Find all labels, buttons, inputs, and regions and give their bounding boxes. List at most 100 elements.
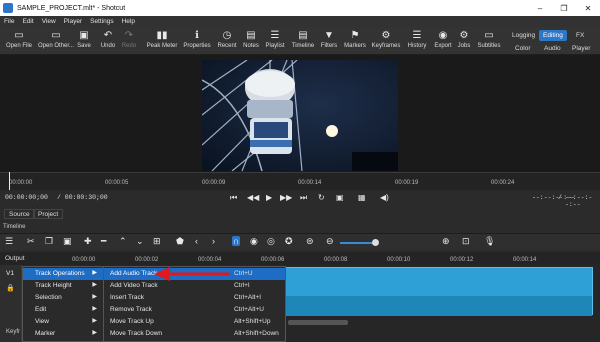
skip-to-start-icon[interactable]: ⏮ [230, 193, 237, 203]
menu-item-selection[interactable]: Selection ▶ [23, 292, 103, 304]
keyframes-button[interactable]: ⚙ Keyframes [370, 29, 402, 49]
timeline-menu-icon[interactable]: ☰ [5, 236, 13, 247]
timeline-scrollbar[interactable] [288, 320, 348, 325]
playlist-button[interactable]: ☰ Playlist [263, 29, 287, 49]
copy-icon[interactable]: ❐ [45, 236, 53, 247]
zoom-out-icon[interactable]: ⊖ [326, 236, 334, 247]
menu-file[interactable]: File [4, 18, 14, 25]
zoom-slider[interactable] [340, 242, 376, 244]
timeline-ruler[interactable]: Output 00:00:00 00:00:02 00:00:04 00:00:… [0, 252, 600, 265]
ruler-tick-label: 00:00:09 [202, 180, 226, 186]
menu-item-edit[interactable]: Edit ▶ [23, 304, 103, 316]
menu-edit[interactable]: Edit [22, 18, 33, 25]
info-icon: ℹ [195, 30, 199, 41]
menu-settings[interactable]: Settings [90, 18, 114, 25]
submenu-arrow-icon: ▶ [92, 306, 97, 312]
open-other-icon: ▭ [51, 30, 61, 41]
lock-icon[interactable]: 🔒 [6, 284, 15, 292]
open-file-button[interactable]: ▭ Open File [6, 29, 32, 49]
fast-forward-icon[interactable]: ▶▶ [280, 193, 292, 202]
menu-item-marker[interactable]: Marker ▶ [23, 328, 103, 340]
menu-player[interactable]: Player [64, 18, 82, 25]
tab-source[interactable]: Source [4, 209, 35, 219]
layout-editing-button[interactable]: Editing [539, 30, 567, 41]
clock-icon: ◷ [222, 30, 232, 41]
marker-icon: ⚑ [350, 30, 360, 41]
menu-help[interactable]: Help [122, 18, 135, 25]
ripple-icon[interactable]: ◎ [267, 236, 275, 247]
menu-item-move-track-down[interactable]: Move Track Down Alt+Shift+Down [104, 328, 285, 340]
layout-fx-button[interactable]: FX [572, 30, 588, 41]
ruler-tick-label: 00:00:00 [9, 180, 33, 186]
ripple-all-icon[interactable]: ✪ [285, 236, 293, 247]
zoom-in-icon[interactable]: ⊕ [442, 236, 450, 247]
layout-color-button[interactable]: Color [515, 45, 531, 52]
redo-button[interactable]: ↷ Redo [121, 29, 137, 49]
keyframes-tab-label[interactable]: Keyfr [6, 329, 20, 335]
menu-view[interactable]: View [42, 18, 56, 25]
zoom-fit-icon[interactable]: ⊡ [462, 236, 470, 247]
tab-project[interactable]: Project [33, 209, 64, 219]
export-button[interactable]: ◉ Export [432, 29, 454, 49]
properties-button[interactable]: ℹ Properties [183, 29, 211, 49]
timecode-position-field[interactable]: 00:00:00;00 [5, 194, 48, 201]
subtitles-button[interactable]: ▭ Subtitles [476, 29, 502, 49]
timeline-tick-label: 00:00:14 [513, 257, 537, 263]
title-bar: SAMPLE_PROJECT.mlt* - Shotcut – ❐ ✕ [0, 0, 600, 16]
next-marker-icon[interactable]: › [212, 236, 215, 246]
scrub-icon[interactable]: ◉ [250, 236, 258, 247]
menu-item-track-operations[interactable]: Track Operations ▶ [23, 268, 103, 280]
layout-audio-button[interactable]: Audio [544, 45, 561, 52]
overwrite-icon[interactable]: ⌄ [136, 236, 144, 247]
peak-meter-button[interactable]: ▮▮ Peak Meter [145, 29, 179, 49]
paste-icon[interactable]: ▣ [63, 236, 72, 247]
notes-button[interactable]: ▤ Notes [242, 29, 260, 49]
split-icon[interactable]: ⊞ [153, 236, 161, 247]
submenu-arrow-icon: ▶ [92, 318, 97, 324]
recent-button[interactable]: ◷ Recent [216, 29, 238, 49]
filters-button[interactable]: ▼ Filters [319, 29, 339, 49]
minimize-button[interactable]: – [528, 4, 552, 13]
open-other-button[interactable]: ▭ Open Other... [38, 29, 74, 49]
previous-marker-icon[interactable]: ‹ [195, 236, 198, 246]
subtitles-icon: ▭ [484, 30, 494, 41]
zoom-icon[interactable]: ▣ [336, 193, 344, 202]
close-button[interactable]: ✕ [576, 4, 600, 13]
menu-item-track-height[interactable]: Track Height ▶ [23, 280, 103, 292]
menu-item-insert-track[interactable]: Insert Track Ctrl+Alt+I [104, 292, 285, 304]
skip-to-end-icon[interactable]: ⏭ [300, 193, 307, 203]
maximize-button[interactable]: ❐ [552, 4, 576, 13]
out-point-field[interactable]: --:--:--:-- [565, 194, 600, 208]
zoom-slider-handle[interactable] [372, 239, 379, 246]
add-marker-icon[interactable]: ⬟ [176, 236, 184, 247]
save-button[interactable]: ▣ Save [76, 29, 92, 49]
jobs-button[interactable]: ⚙ Jobs [456, 29, 472, 49]
player-ruler[interactable]: 00:00:00 00:00:05 00:00:09 00:00:14 00:0… [0, 172, 600, 190]
player-playhead[interactable] [9, 172, 10, 190]
redo-icon: ↷ [124, 30, 134, 41]
layout-logging-button[interactable]: Logging [508, 30, 539, 41]
history-button[interactable]: ☰ History [405, 29, 429, 49]
lift-icon[interactable]: ⌃ [119, 236, 127, 247]
layout-player-button[interactable]: Player [572, 45, 590, 52]
remove-icon[interactable]: ━ [101, 236, 106, 247]
append-icon[interactable]: ✚ [84, 236, 92, 247]
play-icon[interactable]: ▶ [266, 193, 272, 202]
ruler-tick-label: 00:00:24 [491, 180, 515, 186]
loop-icon[interactable]: ↻ [318, 193, 325, 202]
track-header-v1[interactable]: V1 🔒 Keyfr [0, 265, 22, 342]
record-audio-icon[interactable]: 🎙 [484, 236, 495, 247]
cut-icon[interactable]: ✂ [27, 236, 35, 247]
menu-item-move-track-up[interactable]: Move Track Up Alt+Shift+Up [104, 316, 285, 328]
ripple-markers-icon[interactable]: ⊜ [306, 236, 314, 247]
menu-item-view[interactable]: View ▶ [23, 316, 103, 328]
grid-icon[interactable]: ▦ [358, 193, 366, 202]
timeline-button[interactable]: ▤ Timeline [290, 29, 316, 49]
volume-icon[interactable]: ◀) [380, 193, 389, 202]
undo-button[interactable]: ↶ Undo [99, 29, 117, 49]
markers-button[interactable]: ⚑ Markers [342, 29, 368, 49]
gear-icon: ⚙ [459, 30, 469, 41]
snap-icon[interactable]: ∩ [232, 236, 241, 246]
rewind-icon[interactable]: ◀◀ [247, 193, 259, 202]
menu-item-remove-track[interactable]: Remove Track Ctrl+Alt+U [104, 304, 285, 316]
